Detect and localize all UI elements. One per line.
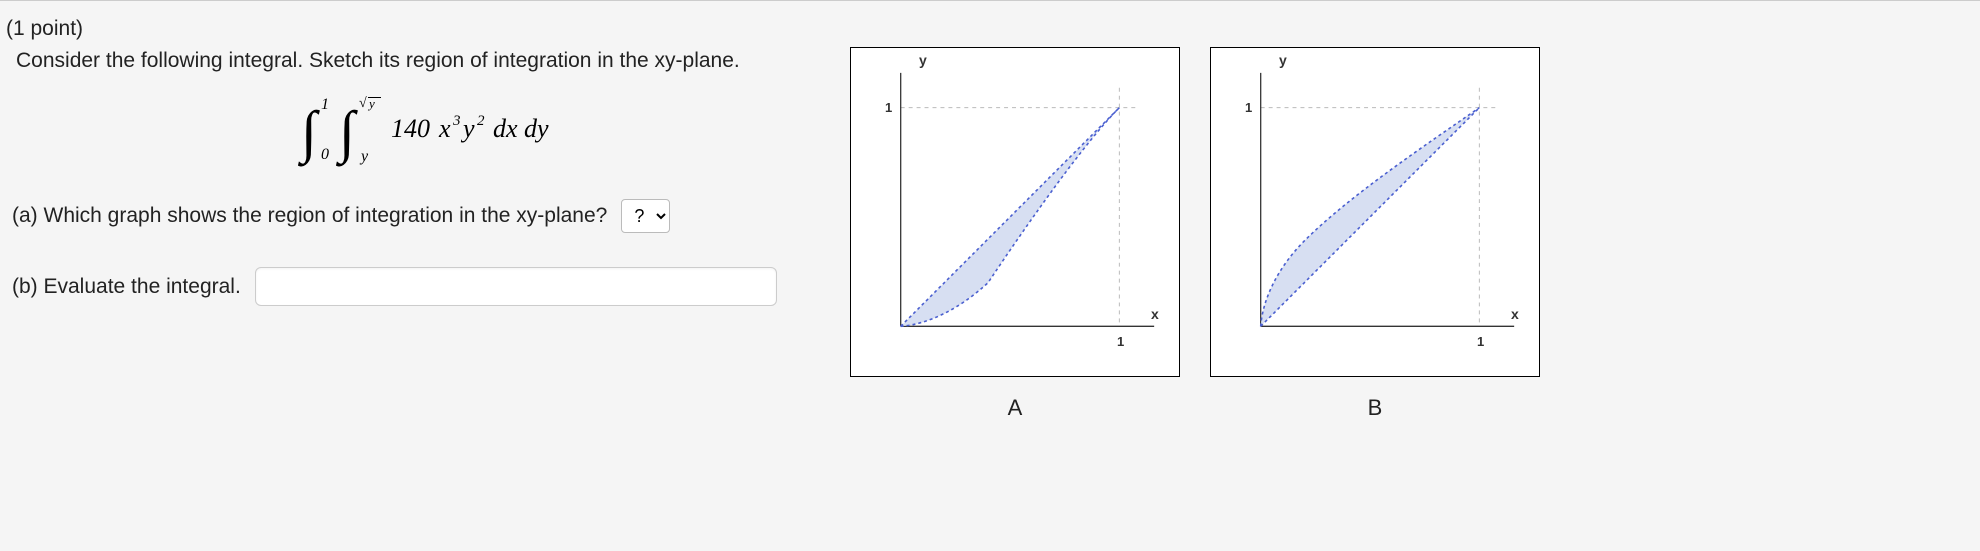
part-b-label: (b) Evaluate the integral. [12, 275, 241, 299]
fig-a-x-tick-1: 1 [1117, 334, 1124, 349]
part-a-dropdown[interactable]: ? [621, 199, 670, 233]
integral-display: ∫ 0 1 ∫ y √ y 140 x 3 y 2 dx dy [6, 91, 836, 171]
figure-b: y x 1 1 [1210, 47, 1540, 377]
figure-b-label: B [1368, 395, 1383, 421]
fig-b-y-tick-1: 1 [1245, 100, 1252, 115]
svg-text:∫: ∫ [335, 99, 358, 167]
fig-b-x-axis-label: x [1511, 306, 1519, 322]
problem-prompt: Consider the following integral. Sketch … [16, 49, 836, 73]
fig-a-y-tick-1: 1 [885, 100, 892, 115]
svg-text:∫: ∫ [297, 99, 320, 167]
svg-text:y: y [367, 96, 375, 111]
svg-text:2: 2 [477, 113, 485, 129]
svg-text:y: y [460, 114, 475, 143]
svg-text:dx dy: dx dy [493, 114, 549, 143]
svg-text:x: x [438, 114, 451, 143]
figure-a: y x 1 1 [850, 47, 1180, 377]
integral-svg: ∫ 0 1 ∫ y √ y 140 x 3 y 2 dx dy [261, 91, 581, 171]
fig-a-x-axis-label: x [1151, 306, 1159, 322]
fig-b-y-axis-label: y [1279, 52, 1287, 68]
figure-a-plot [851, 48, 1179, 376]
svg-text:√: √ [359, 96, 367, 111]
svg-text:1: 1 [321, 96, 329, 113]
points-label: (1 point) [6, 17, 836, 41]
fig-a-y-axis-label: y [919, 52, 927, 68]
svg-text:3: 3 [452, 113, 461, 129]
fig-b-x-tick-1: 1 [1477, 334, 1484, 349]
part-a-label: (a) Which graph shows the region of inte… [12, 204, 607, 228]
figure-a-label: A [1008, 395, 1023, 421]
part-b-input[interactable] [255, 267, 777, 306]
svg-text:0: 0 [321, 146, 329, 163]
svg-text:y: y [359, 148, 369, 165]
figure-b-plot [1211, 48, 1539, 376]
svg-text:140: 140 [391, 114, 430, 143]
